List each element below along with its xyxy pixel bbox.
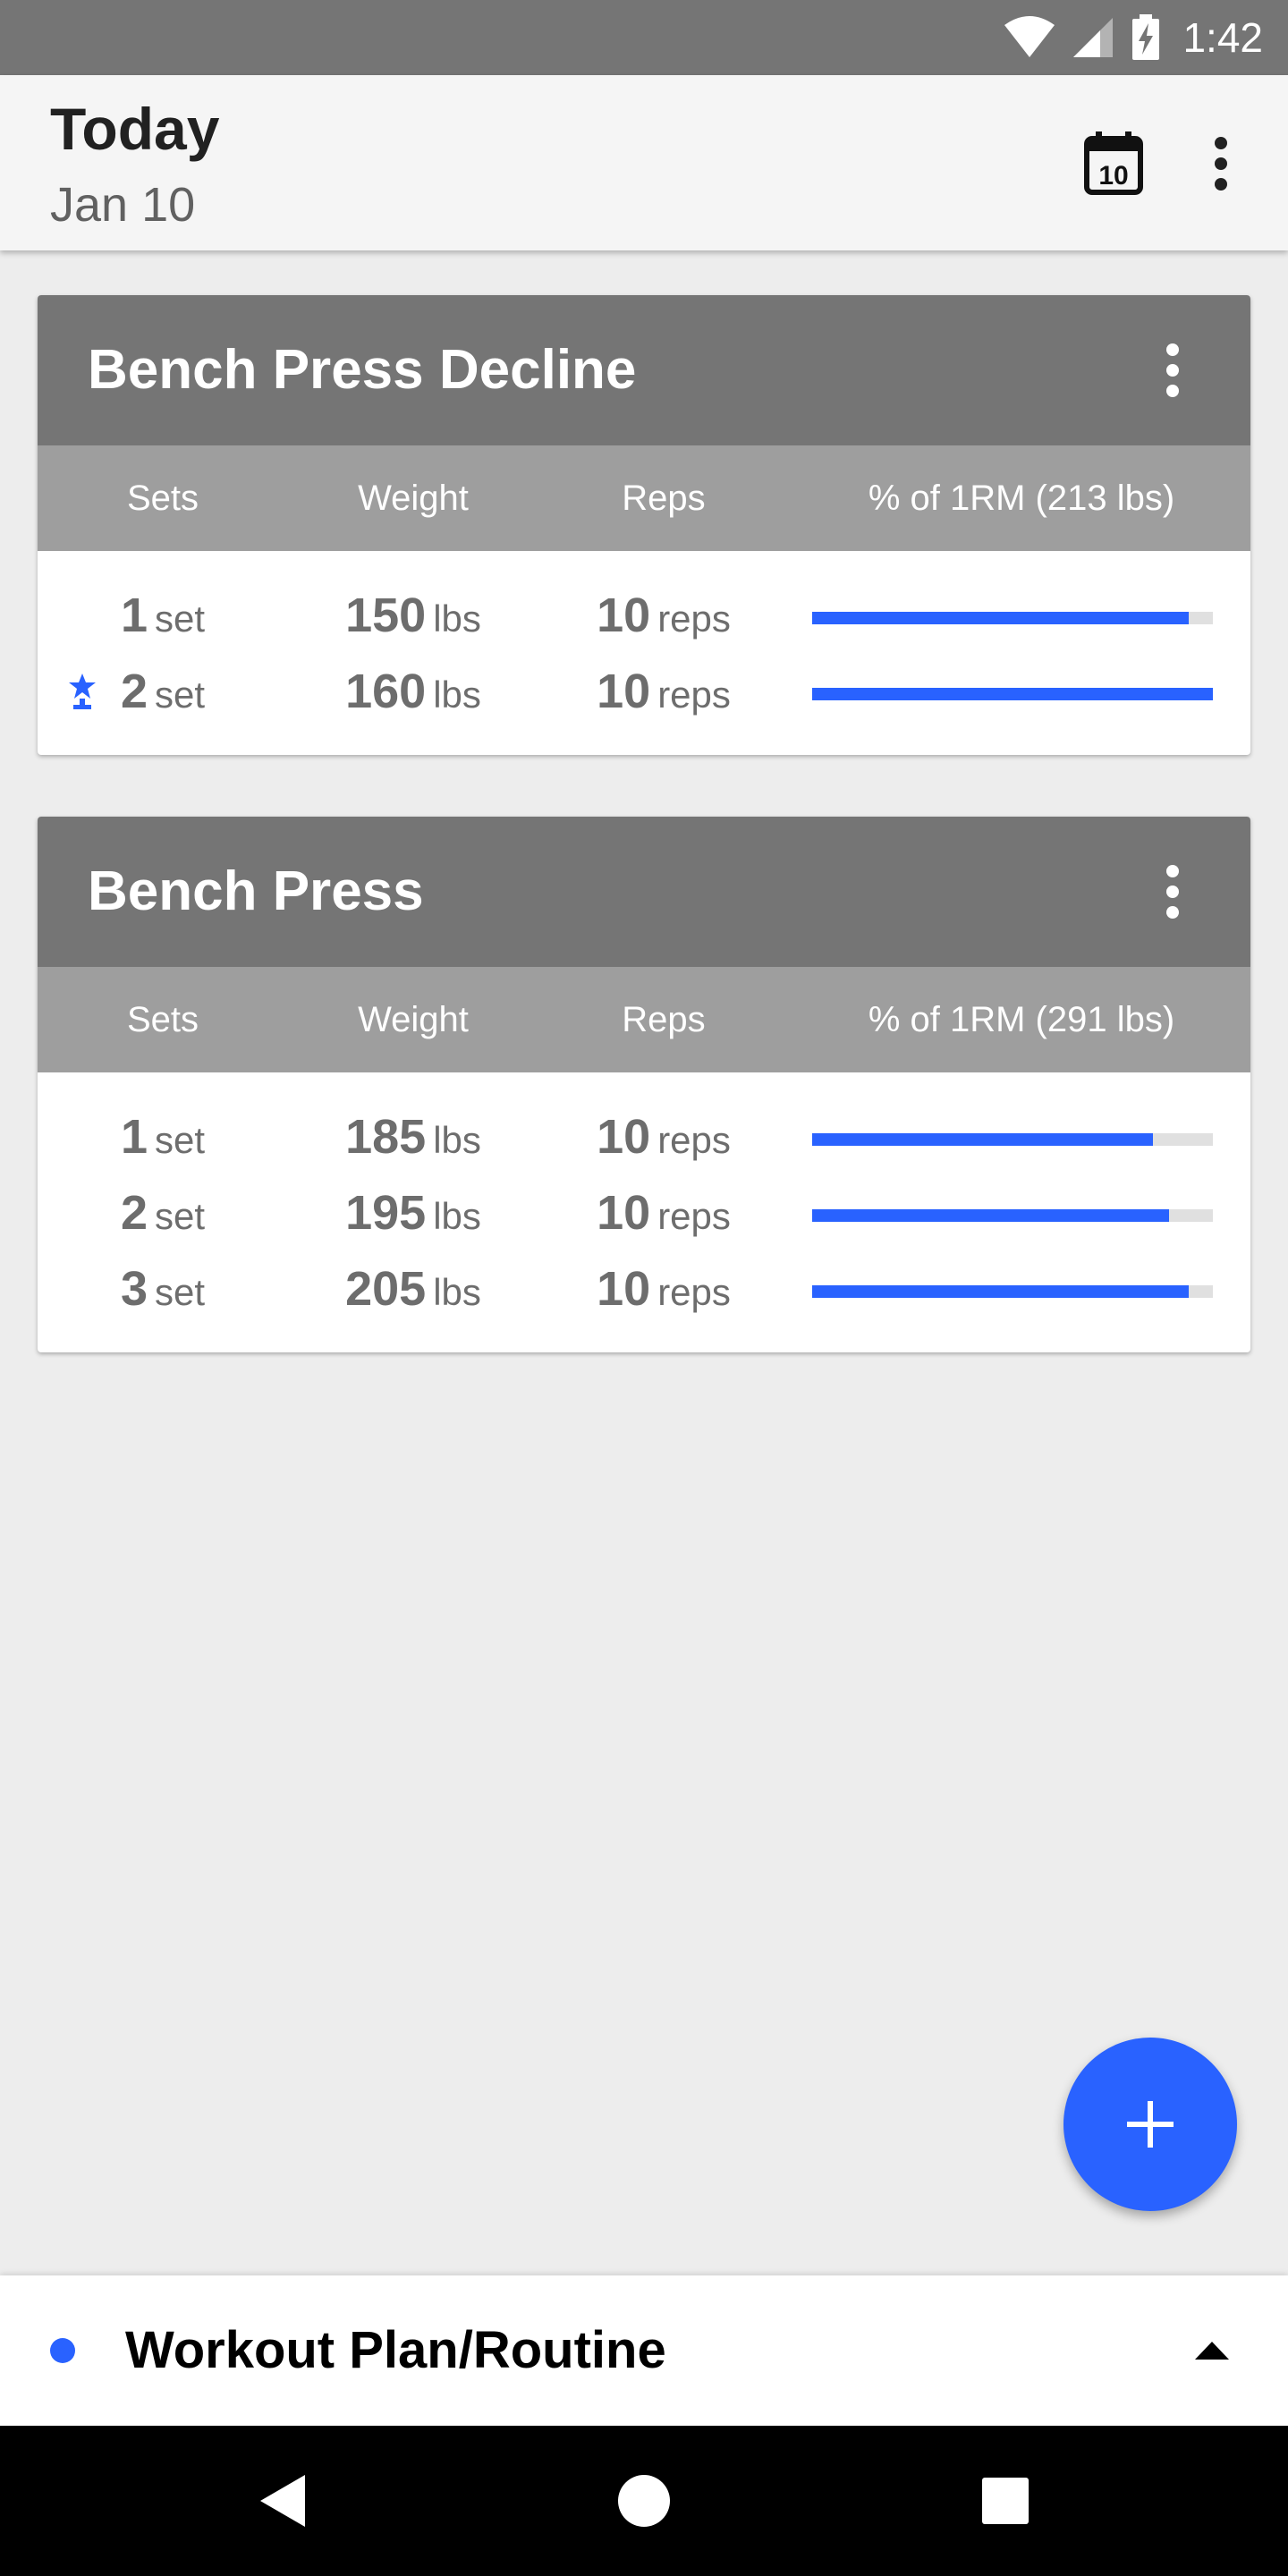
pct-1rm-bar-fill: [812, 1285, 1190, 1298]
set-row[interactable]: 1 set 185 lbs 10 reps: [38, 1099, 1250, 1175]
column-header-row: Sets Weight Reps % of 1RM (291 lbs): [38, 967, 1250, 1072]
set-weight: 205 lbs: [345, 1262, 481, 1316]
set-weight: 195 lbs: [345, 1186, 481, 1240]
column-header-weight: Weight: [358, 479, 469, 518]
workout-plan-label: Workout Plan/Routine: [125, 2321, 666, 2379]
recents-icon: [982, 2478, 1029, 2524]
back-icon: [260, 2475, 305, 2527]
add-exercise-button[interactable]: [1063, 2038, 1237, 2211]
add-icon: [1127, 2101, 1174, 2148]
home-icon: [618, 2475, 670, 2527]
column-header-pct-1rm: % of 1RM (213 lbs): [868, 479, 1175, 518]
pct-1rm-bar: [812, 612, 1213, 624]
status-icons: 1:42: [1004, 0, 1263, 75]
page-subtitle-date: Jan 10: [50, 178, 196, 232]
calendar-button[interactable]: 10: [1073, 123, 1154, 204]
column-header-sets: Sets: [126, 479, 199, 518]
set-number: 2 set: [120, 665, 206, 718]
column-header-reps: Reps: [622, 1000, 706, 1039]
set-row[interactable]: 2 set 195 lbs 10 reps: [38, 1175, 1250, 1251]
pct-1rm-bar: [812, 1133, 1213, 1146]
exercise-card-header: Bench Press: [38, 817, 1250, 967]
pct-1rm-bar: [812, 688, 1213, 700]
pct-1rm-bar: [812, 1209, 1213, 1222]
app-bar: Today Jan 10 10: [0, 75, 1288, 250]
set-number: 3 set: [120, 1262, 206, 1316]
set-weight: 185 lbs: [345, 1110, 481, 1164]
status-time: 1:42: [1182, 14, 1263, 61]
set-weight: 150 lbs: [345, 589, 481, 642]
exercise-name: Bench Press Decline: [88, 339, 637, 401]
nav-back-button[interactable]: [238, 2456, 327, 2546]
system-nav-bar: [0, 2426, 1288, 2576]
pct-1rm-bar-fill: [812, 612, 1190, 624]
set-number: 2 set: [120, 1186, 206, 1240]
exercise-card[interactable]: Bench Press Sets Weight Reps % of 1RM (2…: [38, 817, 1250, 1352]
set-row[interactable]: 2 set 160 lbs 10 reps: [38, 654, 1250, 730]
set-list: 1 set 185 lbs 10 reps 2 set 195 lbs 10 reps 3s…: [38, 1072, 1250, 1352]
pct-1rm-bar-fill: [812, 688, 1213, 700]
set-reps: 10 reps: [597, 665, 731, 718]
pct-1rm-bar-fill: [812, 1209, 1169, 1222]
pct-1rm-bar: [812, 1285, 1213, 1298]
exercise-menu-button[interactable]: [1132, 330, 1213, 411]
status-dot: [50, 2338, 75, 2363]
exercise-card[interactable]: Bench Press Decline Sets Weight Reps % o…: [38, 295, 1250, 755]
workout-plan-sheet[interactable]: Workout Plan/Routine: [0, 2275, 1288, 2426]
exercise-menu-button[interactable]: [1132, 852, 1213, 932]
signal-icon: [1073, 18, 1114, 57]
nav-recents-button[interactable]: [961, 2456, 1050, 2546]
status-bar: 1:42: [0, 0, 1288, 75]
exercise-name: Bench Press: [88, 860, 424, 922]
more-vert-icon: [1166, 865, 1179, 919]
more-vert-icon: [1166, 343, 1179, 397]
column-header-sets: Sets: [126, 1000, 199, 1039]
set-row[interactable]: 3 set 205 lbs 10 reps: [38, 1251, 1250, 1327]
set-number: 1 set: [120, 589, 206, 642]
set-reps: 10 reps: [597, 1262, 731, 1316]
more-vert-icon: [1215, 137, 1227, 191]
set-reps: 10 reps: [597, 1186, 731, 1240]
expand-sheet-button[interactable]: [1181, 2324, 1243, 2377]
app-overflow-menu-button[interactable]: [1181, 123, 1261, 204]
nav-home-button[interactable]: [599, 2456, 689, 2546]
set-weight: 160 lbs: [345, 665, 481, 718]
column-header-pct-1rm: % of 1RM (291 lbs): [868, 1000, 1175, 1039]
column-header-row: Sets Weight Reps % of 1RM (213 lbs): [38, 445, 1250, 551]
column-header-reps: Reps: [622, 479, 706, 518]
set-reps: 10 reps: [597, 589, 731, 642]
exercise-card-header: Bench Press Decline: [38, 295, 1250, 445]
set-reps: 10 reps: [597, 1110, 731, 1164]
battery-charging-icon: [1132, 14, 1160, 60]
calendar-icon: 10: [1084, 131, 1143, 195]
page-title: Today: [50, 96, 220, 162]
calendar-day-number: 10: [1098, 161, 1128, 191]
arrow-up-icon: [1195, 2342, 1229, 2360]
pct-1rm-bar-fill: [812, 1133, 1153, 1146]
column-header-weight: Weight: [358, 1000, 469, 1039]
set-row[interactable]: 1 set 150 lbs 10 reps: [38, 578, 1250, 654]
wifi-icon: [1004, 16, 1055, 57]
set-list: 1 set 150 lbs 10 reps 2 set 160 lbs 10 reps: [38, 551, 1250, 755]
set-number: 1 set: [120, 1110, 206, 1164]
